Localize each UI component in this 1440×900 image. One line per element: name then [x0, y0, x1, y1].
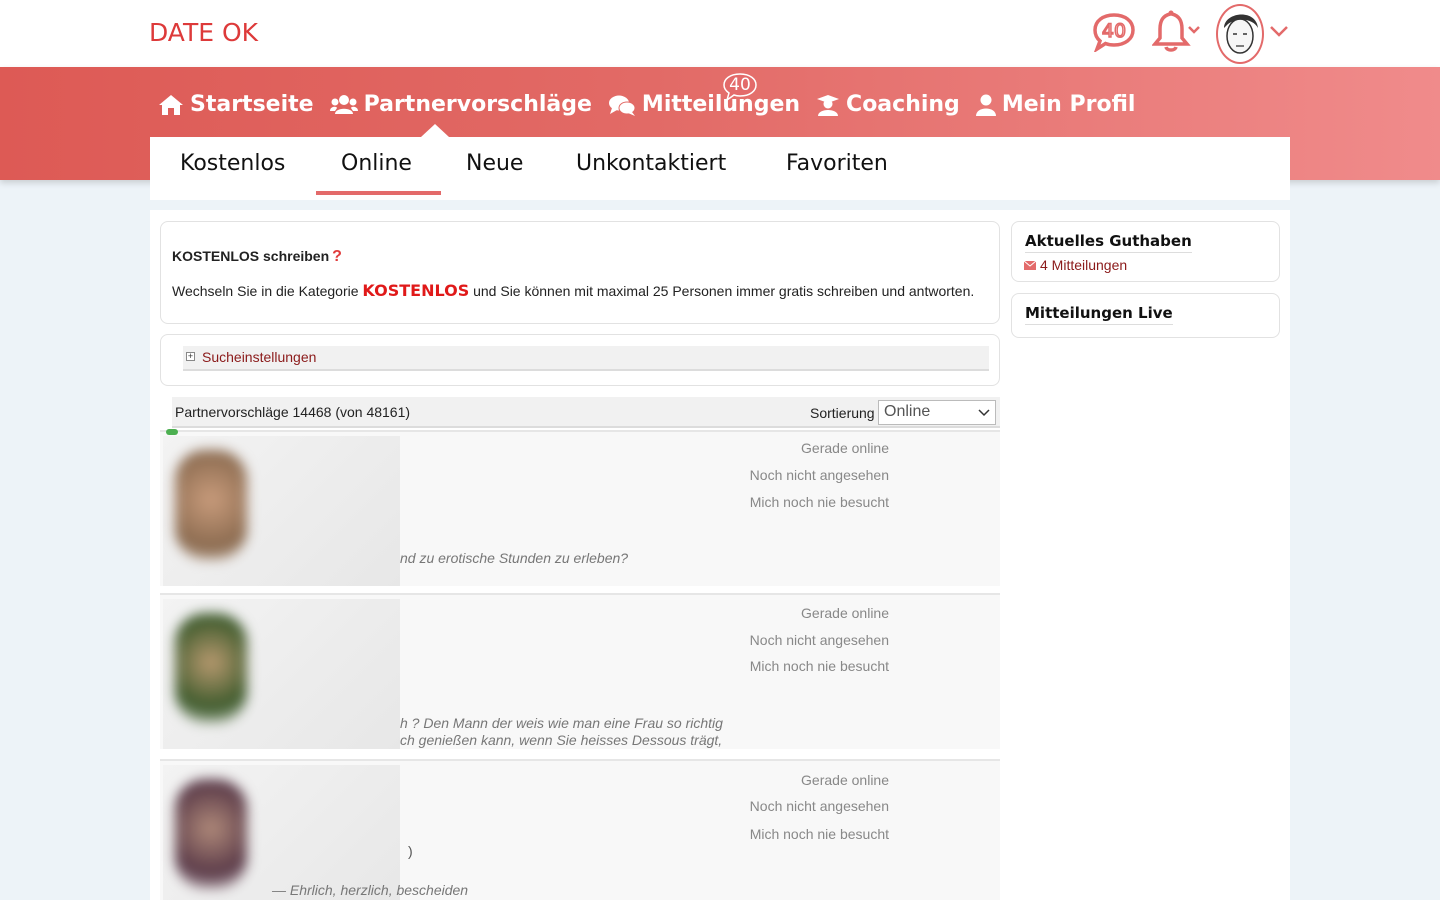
nav-startseite[interactable]: Startseite — [158, 92, 314, 117]
chat-count: 40 — [1102, 20, 1126, 42]
comments-icon — [608, 95, 636, 116]
main-content: KOSTENLOS schreiben? Wechseln Sie in die… — [150, 210, 1290, 900]
profile-photo-blurred[interactable] — [163, 599, 400, 749]
mitteilungen-badge: 40 — [723, 73, 757, 102]
sort-select[interactable]: Online — [878, 400, 996, 425]
profile-row[interactable]: Gerade online Noch nicht angesehen Mich … — [160, 593, 1000, 749]
profile-quote: h ? Den Mann der weis wie man eine Frau … — [400, 715, 723, 731]
tab-neue[interactable]: Neue — [466, 151, 523, 176]
sub-tabs: Kostenlos Online Neue Unkontaktiert Favo… — [150, 137, 1290, 200]
nav-coaching[interactable]: Coaching — [816, 92, 960, 117]
live-messages-box: Mitteilungen Live — [1011, 293, 1280, 338]
search-settings-toggle[interactable]: + Sucheinstellungen — [183, 346, 989, 371]
balance-box: Aktuelles Guthaben 4 Mitteilungen — [1011, 221, 1280, 282]
kostenlos-text-after: und Sie können mit maximal 25 Personen i… — [469, 283, 975, 299]
bell-icon[interactable] — [1151, 10, 1202, 54]
users-icon — [329, 94, 358, 114]
coach-icon — [817, 94, 840, 116]
chat-icon[interactable]: 40 — [1092, 12, 1136, 54]
sort-label: Sortierung — [810, 405, 875, 421]
kostenlos-title: KOSTENLOS schreiben? — [172, 248, 342, 266]
status-online: Gerade online — [801, 440, 889, 456]
live-messages-title: Mitteilungen Live — [1025, 304, 1173, 325]
profile-row[interactable]: Gerade online Noch nicht angesehen Mich … — [160, 429, 1000, 586]
balance-text: 4 Mitteilungen — [1040, 257, 1128, 273]
profile-row[interactable]: Gerade online Noch nicht angesehen Mich … — [160, 759, 1000, 900]
nav-label: Mein Profil — [1001, 92, 1136, 117]
profile-quote-2: ch genießen kann, wenn Sie heisses Desso… — [400, 732, 723, 748]
logo[interactable]: DATE OK — [149, 18, 258, 47]
tab-favoriten[interactable]: Favoriten — [786, 151, 888, 176]
profile-quote: — Ehrlich, herzlich, bescheiden — [272, 882, 469, 898]
nav-partnervorschlaege[interactable]: Partnervorschläge — [329, 92, 592, 117]
profile-quote: nd zu erotische Stunden zu erleben? — [400, 550, 629, 566]
expand-icon[interactable]: + — [186, 352, 195, 361]
top-bar: DATE OK 40 — [0, 0, 1440, 67]
tab-online[interactable]: Online — [341, 151, 412, 176]
active-nav-caret — [421, 124, 449, 137]
nav-mitteilungen[interactable]: Mitteilungen — [608, 92, 800, 117]
avatar[interactable] — [1216, 4, 1264, 64]
status-visited: Mich noch nie besucht — [749, 826, 889, 842]
profile-age: ) — [408, 843, 413, 859]
chevron-down-icon[interactable] — [1268, 20, 1290, 42]
kostenlos-link[interactable]: KOSTENLOS — [362, 281, 469, 300]
profile-photo-blurred[interactable] — [163, 436, 400, 586]
online-indicator — [166, 429, 178, 435]
badge-count: 40 — [729, 75, 751, 95]
chevron-down-icon — [978, 409, 990, 417]
balance-value[interactable]: 4 Mitteilungen — [1024, 257, 1127, 273]
nav-label: Partnervorschläge — [363, 92, 592, 117]
user-icon — [975, 94, 996, 116]
nav-label: Startseite — [190, 92, 314, 117]
search-settings-box: + Sucheinstellungen — [160, 334, 1000, 386]
tab-kostenlos[interactable]: Kostenlos — [180, 151, 285, 176]
tab-unkontaktiert[interactable]: Unkontaktiert — [576, 151, 726, 176]
status-viewed: Noch nicht angesehen — [749, 467, 889, 483]
sort-value: Online — [884, 403, 931, 420]
status-online: Gerade online — [801, 605, 889, 621]
status-visited: Mich noch nie besucht — [749, 494, 889, 510]
kostenlos-text: Wechseln Sie in die Kategorie KOSTENLOS … — [172, 281, 974, 300]
status-online: Gerade online — [801, 772, 889, 788]
kostenlos-info-box: KOSTENLOS schreiben? Wechseln Sie in die… — [160, 221, 1000, 324]
home-icon — [159, 94, 183, 115]
help-icon[interactable]: ? — [332, 248, 342, 265]
nav-label: Mitteilungen — [641, 92, 801, 117]
results-count: Partnervorschläge 14468 (von 48161) — [175, 404, 411, 420]
main-nav: Startseite Partnervorschläge Mitteilunge… — [158, 92, 1151, 117]
active-tab-underline — [316, 191, 441, 195]
status-viewed: Noch nicht angesehen — [749, 798, 889, 814]
envelope-icon — [1024, 260, 1036, 270]
status-visited: Mich noch nie besucht — [749, 658, 889, 674]
search-settings-label[interactable]: Sucheinstellungen — [202, 349, 316, 365]
nav-label: Coaching — [846, 92, 960, 117]
kostenlos-title-text: KOSTENLOS schreiben — [172, 248, 330, 264]
status-viewed: Noch nicht angesehen — [749, 632, 889, 648]
nav-mein-profil[interactable]: Mein Profil — [975, 92, 1136, 117]
results-header: Partnervorschläge 14468 (von 48161) Sort… — [172, 397, 1000, 428]
balance-title: Aktuelles Guthaben — [1025, 232, 1192, 253]
kostenlos-text-before: Wechseln Sie in die Kategorie — [172, 283, 363, 299]
